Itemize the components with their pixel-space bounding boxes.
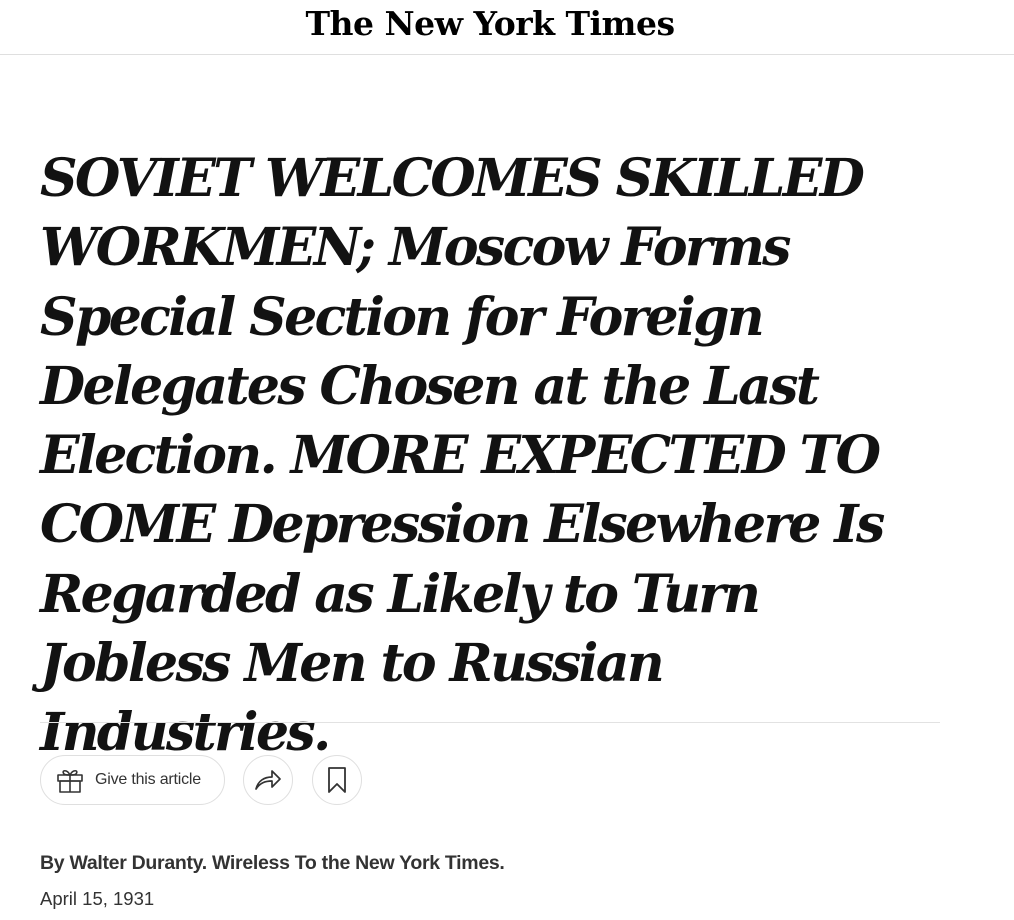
article-date: April 15, 1931 [40,888,155,909]
article-headline: SOVIET WELCOMES SKILLED WORKMEN; Moscow … [40,148,885,764]
give-article-label: Give this article [95,771,201,788]
nyt-logo[interactable]: The New York Times [0,2,980,46]
share-icon [253,767,283,793]
give-article-button[interactable]: Give this article [40,755,225,805]
headline-divider [40,722,940,723]
share-button[interactable] [243,755,293,805]
gift-icon [55,765,85,795]
bookmark-icon [327,766,347,794]
save-button[interactable] [312,755,362,805]
masthead: The New York Times [0,0,1014,55]
article-byline: By Walter Duranty. Wireless To the New Y… [40,852,505,874]
